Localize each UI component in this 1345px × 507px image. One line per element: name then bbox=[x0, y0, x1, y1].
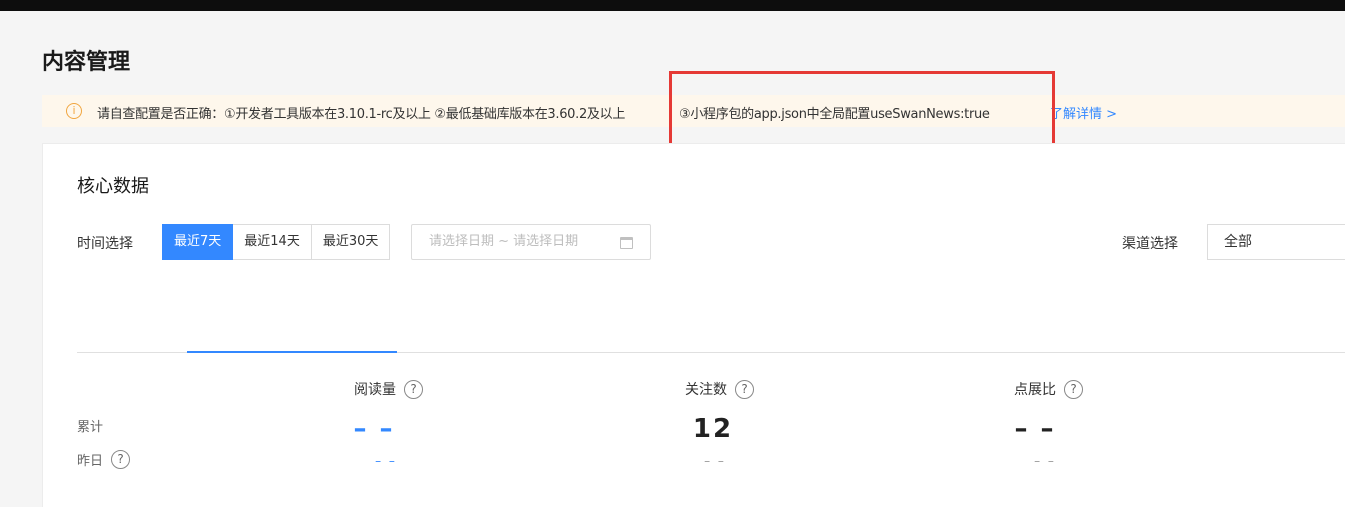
top-bar bbox=[0, 0, 1345, 11]
metric-name: 阅读量 bbox=[354, 382, 396, 398]
ctr-total-value: – – bbox=[1014, 414, 1056, 444]
highlight-box bbox=[669, 71, 1055, 147]
channel-select-label: 渠道选择 bbox=[1122, 236, 1178, 252]
metric-header-ctr: 点展比 ? bbox=[1014, 379, 1083, 399]
channel-select[interactable]: 全部 bbox=[1207, 224, 1345, 260]
follows-total-value: 12 bbox=[692, 414, 734, 444]
follows-yesterday-value: – – bbox=[704, 454, 726, 468]
metric-name: 关注数 bbox=[685, 382, 727, 398]
core-data-card: 核心数据 时间选择 最近7天 最近14天 最近30天 请选择日期 ~ 请选择日期… bbox=[42, 143, 1345, 507]
help-icon[interactable]: ? bbox=[111, 450, 131, 469]
help-icon[interactable]: ? bbox=[404, 379, 423, 399]
help-icon[interactable]: ? bbox=[1064, 379, 1083, 399]
row-label-yesterday: 昨日 ? bbox=[77, 450, 131, 469]
channel-select-value: 全部 bbox=[1224, 234, 1252, 250]
reads-total-value: – – bbox=[353, 414, 395, 444]
time-select-label: 时间选择 bbox=[77, 236, 133, 252]
ctr-yesterday-value: – – bbox=[1034, 454, 1056, 468]
help-icon[interactable]: ? bbox=[735, 379, 754, 399]
metric-header-follows: 关注数 ? bbox=[685, 379, 754, 399]
active-tab-indicator bbox=[187, 351, 397, 353]
metric-name: 点展比 bbox=[1014, 382, 1056, 398]
info-icon: i bbox=[66, 103, 82, 119]
row-label-yesterday-text: 昨日 bbox=[77, 454, 104, 469]
page-title: 内容管理 bbox=[42, 50, 131, 75]
time-range-group: 最近7天 最近14天 最近30天 bbox=[162, 224, 391, 260]
date-range-picker[interactable]: 请选择日期 ~ 请选择日期 bbox=[411, 224, 651, 260]
notice-text: 请自查配置是否正确：①开发者工具版本在3.10.1-rc及以上 ②最低基础库版本… bbox=[97, 107, 626, 122]
range-7-days-button[interactable]: 最近7天 bbox=[162, 224, 234, 260]
reads-yesterday-value: – – bbox=[375, 454, 397, 468]
section-title: 核心数据 bbox=[77, 176, 149, 197]
calendar-icon bbox=[620, 237, 633, 249]
metric-header-reads: 阅读量 ? bbox=[354, 379, 423, 399]
range-14-days-button[interactable]: 最近14天 bbox=[233, 224, 312, 260]
range-30-days-button[interactable]: 最近30天 bbox=[311, 224, 391, 260]
learn-more-link[interactable]: 了解详情 > bbox=[1050, 103, 1117, 122]
row-label-total: 累计 bbox=[77, 420, 104, 435]
date-range-placeholder: 请选择日期 ~ 请选择日期 bbox=[429, 234, 579, 249]
